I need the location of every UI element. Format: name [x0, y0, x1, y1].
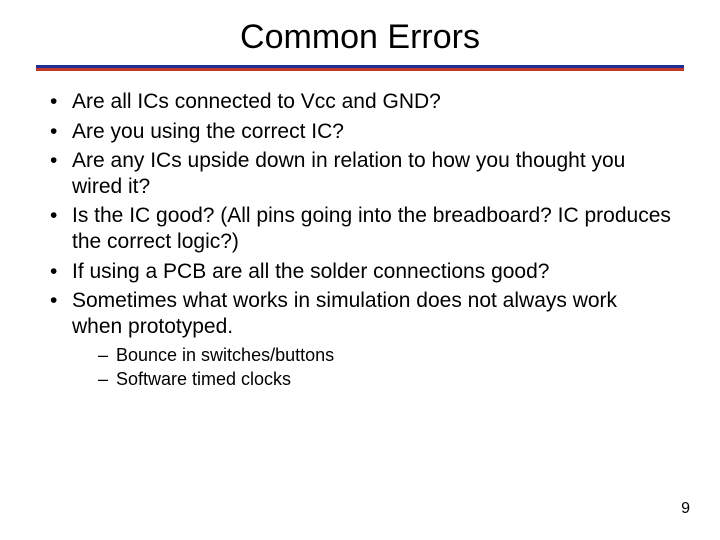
slide-body: Are all ICs connected to Vcc and GND? Ar…	[0, 71, 720, 391]
underline-red	[36, 68, 684, 71]
sub-bullet-item: Software timed clocks	[98, 369, 672, 391]
bullet-text: Sometimes what works in simulation does …	[72, 289, 617, 338]
sub-bullet-list: Bounce in switches/buttons Software time…	[72, 345, 672, 391]
bullet-list: Are all ICs connected to Vcc and GND? Ar…	[48, 89, 672, 391]
bullet-item: Is the IC good? (All pins going into the…	[48, 203, 672, 254]
title-underline	[36, 65, 684, 71]
bullet-item: If using a PCB are all the solder connec…	[48, 259, 672, 285]
bullet-item: Are any ICs upside down in relation to h…	[48, 148, 672, 199]
sub-bullet-item: Bounce in switches/buttons	[98, 345, 672, 367]
bullet-item: Are you using the correct IC?	[48, 119, 672, 145]
slide-title: Common Errors	[0, 0, 720, 65]
page-number: 9	[681, 500, 690, 518]
bullet-item: Are all ICs connected to Vcc and GND?	[48, 89, 672, 115]
bullet-item: Sometimes what works in simulation does …	[48, 288, 672, 391]
slide: Common Errors Are all ICs connected to V…	[0, 0, 720, 540]
